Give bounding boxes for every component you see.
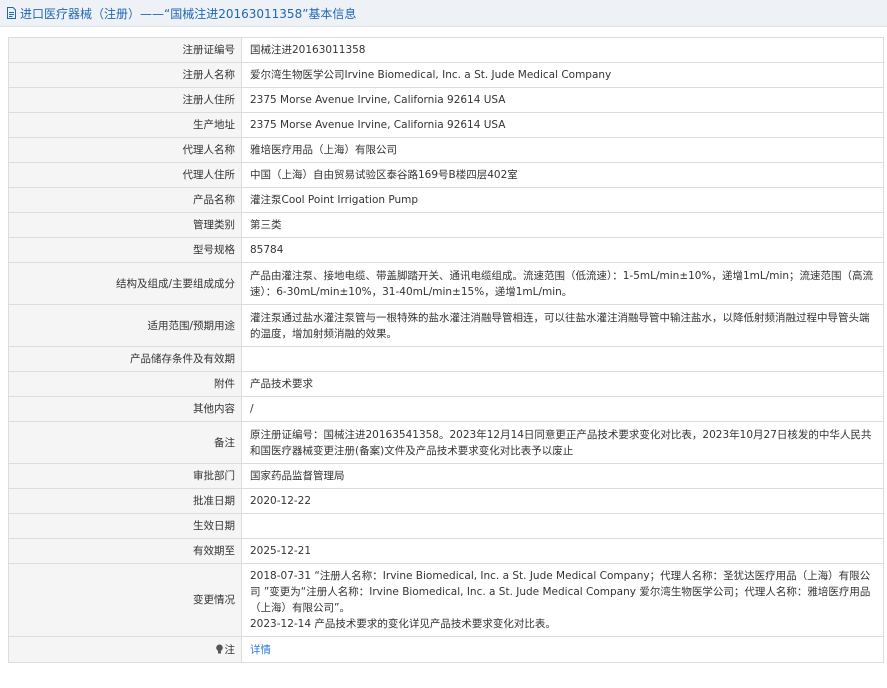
row-label: 型号规格 xyxy=(8,237,242,263)
table-row: 适用范围/预期用途 灌注泵通过盐水灌注泵管与一根特殊的盐水灌注消融导管相连，可以往… xyxy=(8,304,884,347)
row-label: 结构及组成/主要组成成分 xyxy=(8,262,242,305)
page-title: 进口医疗器械（注册）——“国械注进20163011358”基本信息 xyxy=(20,6,357,21)
change-history: 2018-07-31 “注册人名称：Irvine Biomedical, Inc… xyxy=(241,563,884,637)
row-label: 注册人名称 xyxy=(8,62,242,88)
note-label: 注 xyxy=(224,643,236,656)
row-value: 85784 xyxy=(241,237,884,263)
table-row: 生产地址 2375 Morse Avenue Irvine, California… xyxy=(8,112,884,138)
row-label: 生效日期 xyxy=(8,513,242,539)
table-row: 注册人名称 爱尔湾生物医学公司Irvine Biomedical, Inc. a … xyxy=(8,62,884,88)
note-value: 详情 xyxy=(241,636,884,663)
table-row: 有效期至 2025-12-21 xyxy=(8,538,884,564)
row-value: 国家药品监督管理局 xyxy=(241,463,884,489)
table-row: 附件 产品技术要求 xyxy=(8,371,884,397)
details-link[interactable]: 详情 xyxy=(250,644,271,656)
table-row: 审批部门 国家药品监督管理局 xyxy=(8,463,884,489)
detail-table: 注册证编号 国械注进20163011358 注册人名称 爱尔湾生物医学公司Irvine… xyxy=(8,37,884,663)
row-label: 有效期至 xyxy=(8,538,242,564)
row-label: 管理类别 xyxy=(8,212,242,238)
row-value xyxy=(241,346,884,372)
row-value: 2375 Morse Avenue Irvine, California 926… xyxy=(241,112,884,138)
row-value: 国械注进20163011358 xyxy=(241,37,884,63)
table-row: 注册人住所 2375 Morse Avenue Irvine, Californi… xyxy=(8,87,884,113)
table-row-note: 注 详情 xyxy=(8,636,884,663)
row-label: 产品储存条件及有效期 xyxy=(8,346,242,372)
table-row: 管理类别 第三类 xyxy=(8,212,884,238)
row-label: 注册人住所 xyxy=(8,87,242,113)
change-entry: 2023-12-14 产品技术要求的变化详见产品技术要求变化对比表。 xyxy=(250,618,556,630)
page-header: 进口医疗器械（注册）——“国械注进20163011358”基本信息 xyxy=(0,0,887,27)
table-row: 结构及组成/主要组成成分 产品由灌注泵、接地电缆、带盖脚踏开关、通讯电缆组成。流速… xyxy=(8,262,884,305)
row-value: 第三类 xyxy=(241,212,884,238)
row-label: 代理人住所 xyxy=(8,162,242,188)
table-row: 其他内容 / xyxy=(8,396,884,422)
row-label: 批准日期 xyxy=(8,488,242,514)
row-value: / xyxy=(241,396,884,422)
change-entry: 2018-07-31 “注册人名称：Irvine Biomedical, Inc… xyxy=(250,570,871,614)
row-value: 2375 Morse Avenue Irvine, California 926… xyxy=(241,87,884,113)
row-value: 2020-12-22 xyxy=(241,488,884,514)
row-value: 中国（上海）自由贸易试验区泰谷路169号B楼四层402室 xyxy=(241,162,884,188)
table-row-change: 变更情况 2018-07-31 “注册人名称：Irvine Biomedical… xyxy=(8,563,884,637)
table-row: 生效日期 xyxy=(8,513,884,539)
row-label: 审批部门 xyxy=(8,463,242,489)
table-row: 型号规格 85784 xyxy=(8,237,884,263)
table-row: 注册证编号 国械注进20163011358 xyxy=(8,37,884,63)
row-label: 注册证编号 xyxy=(8,37,242,63)
row-value: 2025-12-21 xyxy=(241,538,884,564)
row-label: 生产地址 xyxy=(8,112,242,138)
row-value: 产品由灌注泵、接地电缆、带盖脚踏开关、通讯电缆组成。流速范围（低流速）：1-5m… xyxy=(241,262,884,305)
note-label-cell: 注 xyxy=(8,636,242,663)
row-value xyxy=(241,513,884,539)
row-value: 灌注泵Cool Point Irrigation Pump xyxy=(241,187,884,213)
row-value: 爱尔湾生物医学公司Irvine Biomedical, Inc. a St. J… xyxy=(241,62,884,88)
bulb-icon xyxy=(215,644,223,653)
row-label: 代理人名称 xyxy=(8,137,242,163)
document-icon xyxy=(7,7,16,19)
row-value: 产品技术要求 xyxy=(241,371,884,397)
table-row: 产品储存条件及有效期 xyxy=(8,346,884,372)
row-value: 雅培医疗用品（上海）有限公司 xyxy=(241,137,884,163)
table-row: 批准日期 2020-12-22 xyxy=(8,488,884,514)
row-label: 适用范围/预期用途 xyxy=(8,304,242,347)
row-label: 其他内容 xyxy=(8,396,242,422)
row-label: 附件 xyxy=(8,371,242,397)
table-row: 代理人名称 雅培医疗用品（上海）有限公司 xyxy=(8,137,884,163)
row-label: 备注 xyxy=(8,421,242,464)
row-label: 产品名称 xyxy=(8,187,242,213)
table-row: 产品名称 灌注泵Cool Point Irrigation Pump xyxy=(8,187,884,213)
row-label: 变更情况 xyxy=(8,563,242,637)
row-value: 原注册证编号：国械注进20163541358。2023年12月14日同意更正产品… xyxy=(241,421,884,464)
row-value: 灌注泵通过盐水灌注泵管与一根特殊的盐水灌注消融导管相连，可以往盐水灌注消融导管中… xyxy=(241,304,884,347)
table-row: 代理人住所 中国（上海）自由贸易试验区泰谷路169号B楼四层402室 xyxy=(8,162,884,188)
table-row: 备注 原注册证编号：国械注进20163541358。2023年12月14日同意更正… xyxy=(8,421,884,464)
